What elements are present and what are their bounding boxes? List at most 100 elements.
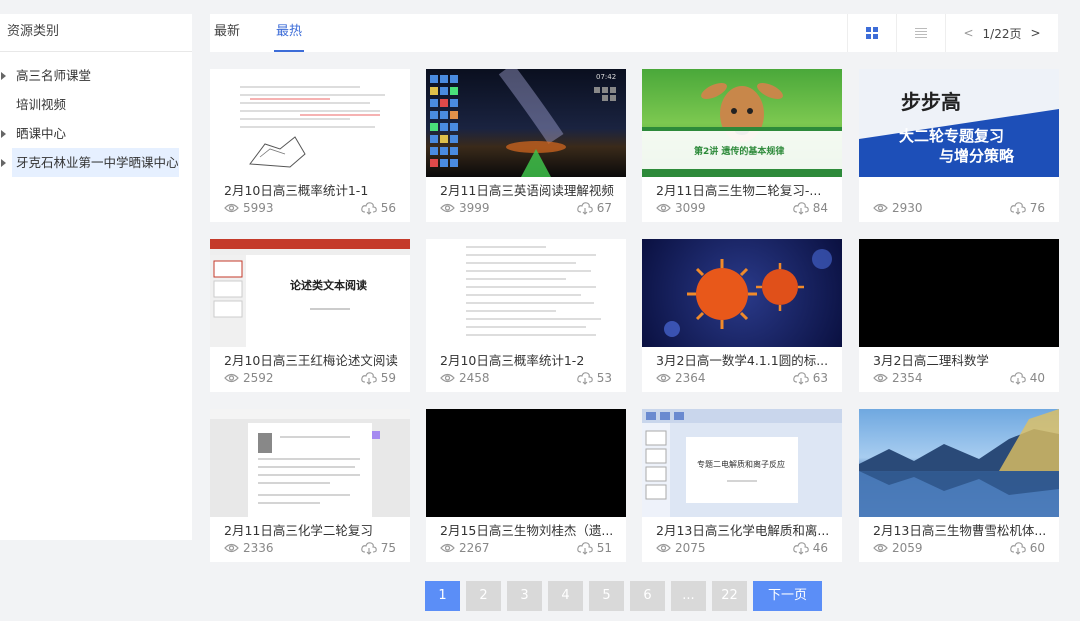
resource-card[interactable]: 第2讲 遗传的基本规律 2月11日高三生物二轮复习-... 3099 84: [642, 69, 842, 222]
cloud-download-icon: [576, 541, 593, 555]
resource-card[interactable]: 2月10日高三概率统计1-2 2458 53: [426, 239, 626, 392]
thumbnail-chemistry-ppt[interactable]: 专题二电解质和离子反应: [642, 409, 842, 517]
resource-card[interactable]: 07:42 2月11日高三英语阅读理解视频 3999 67: [426, 69, 626, 222]
prev-page-icon[interactable]: <: [963, 26, 973, 40]
caret-right-icon[interactable]: [1, 130, 6, 138]
card-title[interactable]: 2月13日高三化学电解质和离...: [656, 520, 836, 539]
next-page-button[interactable]: 下一页: [753, 581, 822, 611]
card-title[interactable]: 3月2日高二理科数学: [873, 350, 1053, 369]
cloud-download-icon: [792, 371, 809, 385]
page-button-22[interactable]: 22: [712, 581, 747, 611]
grid-view-button[interactable]: [847, 14, 895, 52]
tree-item-training-video[interactable]: 培训视频: [0, 90, 192, 119]
thumbnail-math-doc-2[interactable]: [426, 239, 626, 347]
tree-item-label: 牙克石林业第一中学晒课中心: [16, 155, 179, 170]
card-title[interactable]: 2月15日高三生物刘桂杰（遗...: [440, 520, 620, 539]
page-button-4[interactable]: 4: [548, 581, 583, 611]
tab-hottest[interactable]: 最热: [273, 14, 305, 52]
toolbar: 最新 最热 < 1/22页 >: [210, 14, 1058, 52]
card-title[interactable]: 2月13日高三生物曹雪松机体...: [873, 520, 1053, 539]
view-count: 2267: [440, 541, 490, 555]
thumbnail-review-book-cover[interactable]: 步步高 大二轮专题复习 与增分策略: [859, 69, 1059, 177]
resource-card[interactable]: 步步高 大二轮专题复习 与增分策略 2930 76: [859, 69, 1059, 222]
tab-newest[interactable]: 最新: [214, 14, 240, 52]
eye-icon: [873, 543, 888, 553]
view-count: 5993: [224, 201, 274, 215]
page-button-1[interactable]: 1: [425, 581, 460, 611]
ppt-title-text: 专题二电解质和离子反应: [697, 459, 785, 469]
resource-card[interactable]: 论述类文本阅读 2月10日高三王红梅论述文阅读 2592 59: [210, 239, 410, 392]
tree-item-lesson-center[interactable]: 晒课中心: [0, 119, 192, 148]
view-count: 2059: [873, 541, 923, 555]
thumbnail-chinese-ppt[interactable]: 论述类文本阅读: [210, 239, 410, 347]
page-indicator: 1/22页: [982, 26, 1022, 41]
book-title-line1: 大二轮专题复习: [899, 127, 1004, 145]
list-view-button[interactable]: [896, 14, 944, 52]
thumbnail-black-video-2[interactable]: [426, 409, 626, 517]
card-title[interactable]: 2月10日高三王红梅论述文阅读: [224, 350, 404, 369]
ppt-title-text: 论述类文本阅读: [290, 278, 367, 292]
eye-icon: [224, 543, 239, 553]
thumbnail-black-video[interactable]: [859, 239, 1059, 347]
download-count: 46: [792, 541, 828, 555]
resource-card[interactable]: 2月10日高三概率统计1-1 5993 56: [210, 69, 410, 222]
resource-card[interactable]: 专题二电解质和离子反应 2月13日高三化学电解质和离... 2075 46: [642, 409, 842, 562]
caret-right-icon[interactable]: [1, 159, 6, 167]
sidebar-title: 资源类别: [0, 14, 192, 52]
thumbnail-virus-image[interactable]: [642, 239, 842, 347]
download-count: 67: [576, 201, 612, 215]
resource-card[interactable]: 3月2日高一数学4.1.1圆的标... 2364 63: [642, 239, 842, 392]
page-ellipsis: ...: [671, 581, 706, 611]
caret-right-icon[interactable]: [1, 72, 6, 80]
resource-category-sidebar: 资源类别 高三名师课堂 培训视频 晒课中心 牙克石林业第一中学晒课中心: [0, 14, 192, 540]
resource-card[interactable]: 3月2日高二理科数学 2354 40: [859, 239, 1059, 392]
cloud-download-icon: [792, 541, 809, 555]
view-count: 3099: [656, 201, 706, 215]
card-title[interactable]: 2月10日高三概率统计1-2: [440, 350, 620, 369]
view-count: 2930: [873, 201, 923, 215]
view-count: 2336: [224, 541, 274, 555]
tree-item-senior-teacher-class[interactable]: 高三名师课堂: [0, 61, 192, 90]
clock-text: 07:42: [596, 73, 616, 81]
download-count: 84: [792, 201, 828, 215]
page-button-5[interactable]: 5: [589, 581, 624, 611]
eye-icon: [656, 373, 671, 383]
mini-pager: < 1/22页 >: [945, 14, 1058, 52]
view-count: 2075: [656, 541, 706, 555]
cloud-download-icon: [792, 201, 809, 215]
tree-item-yakeshi-lesson-center[interactable]: 牙克石林业第一中学晒课中心: [12, 148, 179, 177]
view-count: 2364: [656, 371, 706, 385]
cloud-download-icon: [1009, 371, 1026, 385]
eye-icon: [440, 373, 455, 383]
download-count: 59: [360, 371, 396, 385]
cloud-download-icon: [360, 371, 377, 385]
download-count: 51: [576, 541, 612, 555]
lesson-title-text: 第2讲 遗传的基本规律: [694, 145, 784, 157]
card-title[interactable]: 2月11日高三英语阅读理解视频: [440, 180, 620, 199]
resource-card[interactable]: 2月15日高三生物刘桂杰（遗... 2267 51: [426, 409, 626, 562]
view-count: 2592: [224, 371, 274, 385]
card-title[interactable]: 2月10日高三概率统计1-1: [224, 180, 404, 199]
tree-item-label: 高三名师课堂: [16, 68, 92, 83]
thumbnail-math-doc[interactable]: [210, 69, 410, 177]
thumbnail-chemistry-doc[interactable]: [210, 409, 410, 517]
eye-icon: [440, 203, 455, 213]
cloud-download-icon: [360, 541, 377, 555]
view-count: 2458: [440, 371, 490, 385]
card-title[interactable]: 3月2日高一数学4.1.1圆的标...: [656, 350, 836, 369]
page-button-2[interactable]: 2: [466, 581, 501, 611]
page-button-3[interactable]: 3: [507, 581, 542, 611]
download-count: 40: [1009, 371, 1045, 385]
download-count: 76: [1009, 201, 1045, 215]
resource-card[interactable]: 2月11日高三化学二轮复习 2336 75: [210, 409, 410, 562]
card-title[interactable]: 2月11日高三生物二轮复习-...: [656, 180, 836, 199]
resource-card[interactable]: 2月13日高三生物曹雪松机体... 2059 60: [859, 409, 1059, 562]
thumbnail-desktop-night-sky[interactable]: 07:42: [426, 69, 626, 177]
card-title[interactable]: 2月11日高三化学二轮复习: [224, 520, 404, 539]
download-count: 53: [576, 371, 612, 385]
view-count: 3999: [440, 201, 490, 215]
next-page-icon[interactable]: >: [1030, 26, 1040, 40]
thumbnail-biology-deer[interactable]: 第2讲 遗传的基本规律: [642, 69, 842, 177]
page-button-6[interactable]: 6: [630, 581, 665, 611]
thumbnail-lake-landscape[interactable]: [859, 409, 1059, 517]
